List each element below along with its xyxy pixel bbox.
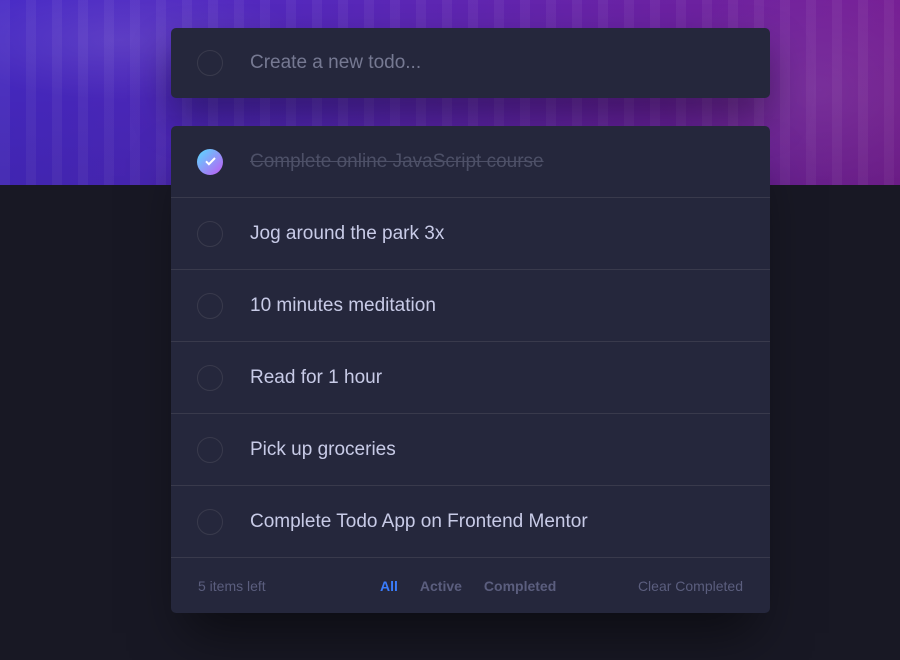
todo-text: Read for 1 hour: [250, 366, 383, 388]
check-icon: [204, 157, 216, 166]
filter-completed[interactable]: Completed: [484, 578, 556, 594]
new-todo-bar: [171, 28, 770, 98]
todo-check-circle[interactable]: [197, 364, 223, 391]
filter-all[interactable]: All: [380, 578, 398, 594]
filter-tabs: All Active Completed: [380, 578, 556, 594]
filter-active[interactable]: Active: [420, 578, 462, 594]
todo-footer: 5 items left All Active Completed Clear …: [171, 558, 770, 613]
todo-item[interactable]: Complete online JavaScript course: [171, 126, 770, 198]
new-todo-check-circle[interactable]: [197, 50, 223, 76]
todo-list: Complete online JavaScript course Jog ar…: [171, 126, 770, 613]
todo-item[interactable]: Jog around the park 3x: [171, 198, 770, 270]
todo-check-circle[interactable]: [197, 508, 223, 535]
todo-check-circle[interactable]: [197, 292, 223, 319]
todo-check-circle[interactable]: [197, 220, 223, 247]
todo-text: Pick up groceries: [250, 438, 396, 460]
todo-check-circle[interactable]: [197, 436, 223, 463]
todo-item[interactable]: Read for 1 hour: [171, 342, 770, 414]
todo-check-circle[interactable]: [197, 148, 223, 175]
todo-item[interactable]: Pick up groceries: [171, 414, 770, 486]
todo-text: Jog around the park 3x: [250, 222, 445, 244]
todo-text: 10 minutes meditation: [250, 294, 436, 316]
items-left-count: 5 items left: [198, 577, 266, 594]
clear-completed-button[interactable]: Clear Completed: [638, 578, 743, 594]
todo-item[interactable]: Complete Todo App on Frontend Mentor: [171, 486, 770, 558]
todo-item[interactable]: 10 minutes meditation: [171, 270, 770, 342]
todo-text: Complete online JavaScript course: [250, 150, 544, 172]
todo-text: Complete Todo App on Frontend Mentor: [250, 510, 588, 532]
new-todo-input[interactable]: [250, 52, 730, 74]
